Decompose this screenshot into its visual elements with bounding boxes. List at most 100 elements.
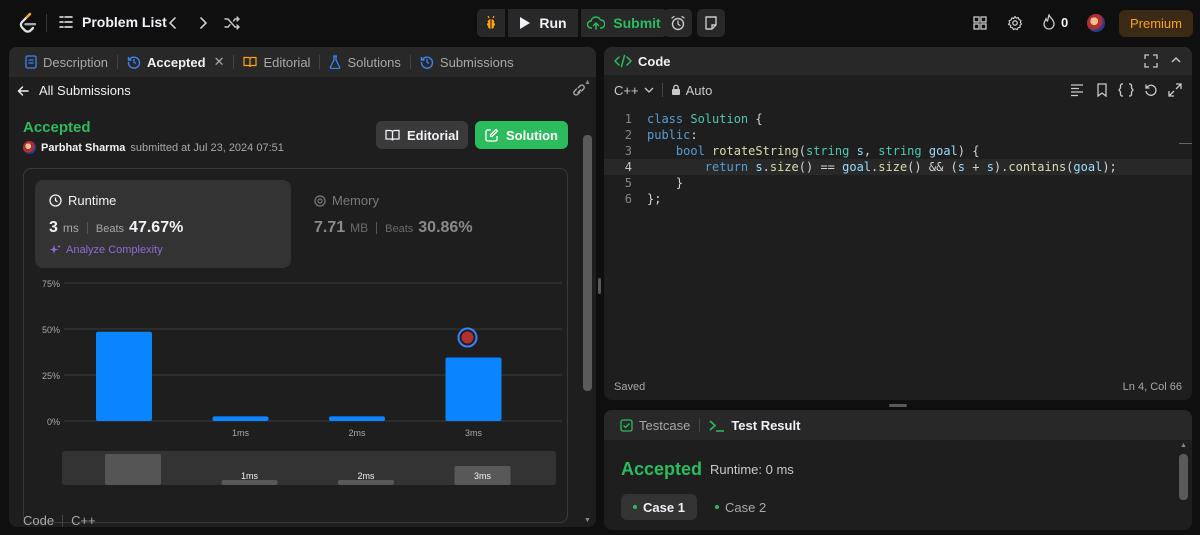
leetcode-logo[interactable] (16, 11, 40, 35)
memory-heading[interactable]: Memory (314, 193, 379, 208)
code-line-current: 4 return s.size() == goal.size() && (s +… (604, 159, 1192, 175)
tab-divider (117, 55, 119, 69)
chevron-right-icon (196, 15, 210, 31)
bookmark-icon[interactable] (1096, 83, 1108, 97)
grid-layout-icon (972, 15, 988, 31)
gear-icon (1007, 15, 1023, 31)
notes-button[interactable] (697, 9, 725, 37)
run-button[interactable]: Run (508, 9, 578, 37)
editorial-button[interactable]: Editorial (376, 121, 468, 149)
flame-icon (1042, 14, 1056, 30)
submit-button[interactable]: Submit (581, 9, 667, 37)
tab-submissions[interactable]: Submissions (414, 55, 520, 70)
streak-counter[interactable]: 0 (1042, 14, 1068, 30)
submit-label: Submit (613, 15, 661, 31)
test-panel: Testcase Test Result Accepted Runtime: 0… (604, 410, 1192, 530)
maximize-icon[interactable] (1144, 54, 1158, 68)
tab-editorial[interactable]: Editorial (237, 55, 316, 70)
divider (86, 222, 88, 234)
stats-container: Runtime 3 ms Beats 47.67% Analyze Comple… (23, 168, 568, 523)
memory-beats-label: Beats (385, 223, 414, 235)
reset-icon[interactable] (1144, 83, 1158, 97)
vertical-resize-handle[interactable] (598, 278, 601, 294)
submitter-name[interactable]: Parbhat Sharma (41, 142, 125, 154)
left-scrollbar[interactable]: ▲ ▼ (583, 77, 592, 527)
timer-button[interactable] (664, 9, 692, 37)
bug-icon (483, 15, 499, 31)
prev-problem-button[interactable] (166, 15, 180, 31)
mini-bar-label: 2ms (357, 471, 375, 481)
analyze-complexity-link[interactable]: Analyze Complexity (49, 244, 163, 256)
debug-button[interactable] (477, 9, 505, 37)
chevron-up-icon[interactable] (1170, 55, 1182, 65)
scroll-up-icon[interactable]: ▲ (1180, 442, 1187, 449)
premium-button[interactable]: Premium (1119, 10, 1193, 37)
cloud-upload-icon (587, 16, 606, 30)
scroll-thumb[interactable] (1179, 454, 1188, 500)
chart-bar (445, 357, 502, 421)
panel-resize-handle[interactable] (889, 404, 907, 407)
case-2-tab[interactable]: Case 2 (703, 494, 778, 520)
testcase-tab-label: Testcase (639, 417, 691, 433)
chart-ytick-label: 75% (42, 279, 60, 289)
user-avatar[interactable] (1087, 14, 1105, 32)
tab-description[interactable]: Description (19, 55, 114, 70)
distribution-range-slider[interactable]: 1ms 2ms 3ms (62, 451, 556, 485)
save-status: Saved (614, 381, 646, 393)
chart-bar (96, 331, 152, 421)
settings-button[interactable] (1007, 15, 1023, 31)
tab-solutions[interactable]: Solutions (323, 55, 406, 70)
format-icon[interactable] (1070, 83, 1084, 97)
problem-list-button[interactable]: Problem List (58, 14, 167, 30)
scroll-up-icon[interactable]: ▲ (584, 79, 591, 86)
editorial-button-label: Editorial (406, 127, 459, 143)
curly-braces-icon[interactable] (1118, 83, 1134, 97)
scroll-thumb[interactable] (583, 135, 592, 391)
test-result-tab-label: Test Result (731, 417, 801, 433)
editor-toolbar: C++ Auto (604, 77, 1192, 103)
runtime-card[interactable]: Runtime 3 ms Beats 47.67% Analyze Comple… (35, 180, 291, 268)
layout-button[interactable] (972, 15, 988, 31)
history-icon (420, 55, 434, 69)
left-tab-bar: Description Accepted ✕ Editorial Solutio… (9, 47, 596, 77)
mini-bar (105, 454, 161, 485)
autocomplete-mode[interactable]: Auto (671, 83, 712, 98)
runtime-value: 3 ms Beats 47.67% (49, 219, 183, 237)
solution-button[interactable]: Solution (475, 121, 568, 149)
shuffle-icon (224, 15, 240, 31)
runtime-label: Runtime (68, 193, 117, 208)
submitter-info: Parbhat Sharma submitted at Jul 23, 2024… (23, 141, 284, 154)
memory-number: 7.71 (314, 219, 346, 236)
history-icon (127, 55, 141, 69)
memory-beats-percent: 30.86% (418, 219, 473, 236)
tab-testcase[interactable]: Testcase (614, 418, 696, 433)
book-icon (385, 129, 400, 142)
chart-ytick-label: 0% (47, 417, 60, 427)
code-editor[interactable]: 1 class Solution { 2 public: 3 bool rotate… (604, 107, 1192, 367)
tab-test-result[interactable]: Test Result (703, 418, 806, 433)
run-label: Run (539, 15, 567, 31)
tab-accepted[interactable]: Accepted ✕ (121, 54, 230, 70)
tab-divider (409, 55, 411, 69)
language-select[interactable]: C++ (614, 83, 654, 98)
lock-icon (671, 84, 681, 96)
random-problem-button[interactable] (224, 15, 240, 31)
case-1-tab[interactable]: Case 1 (621, 494, 697, 520)
close-icon[interactable]: ✕ (214, 54, 225, 70)
code-section-header: Code C++ (23, 513, 96, 527)
list-icon (58, 14, 74, 30)
tab-divider (319, 55, 321, 69)
case-2-label: Case 2 (725, 499, 767, 515)
user-marker-avatar-face (461, 331, 474, 344)
next-problem-button[interactable] (196, 15, 210, 31)
code-footer-label: Code (23, 513, 55, 527)
chart-bar (212, 416, 269, 421)
code-brackets-icon (614, 54, 632, 68)
all-submissions-link[interactable]: All Submissions (17, 83, 131, 98)
expand-icon[interactable] (1168, 83, 1182, 97)
test-scrollbar[interactable]: ▲ (1179, 440, 1188, 530)
flask-icon (329, 55, 341, 69)
scroll-down-icon[interactable]: ▼ (584, 517, 591, 524)
chart-bar (329, 416, 385, 421)
memory-unit: MB (350, 221, 369, 235)
